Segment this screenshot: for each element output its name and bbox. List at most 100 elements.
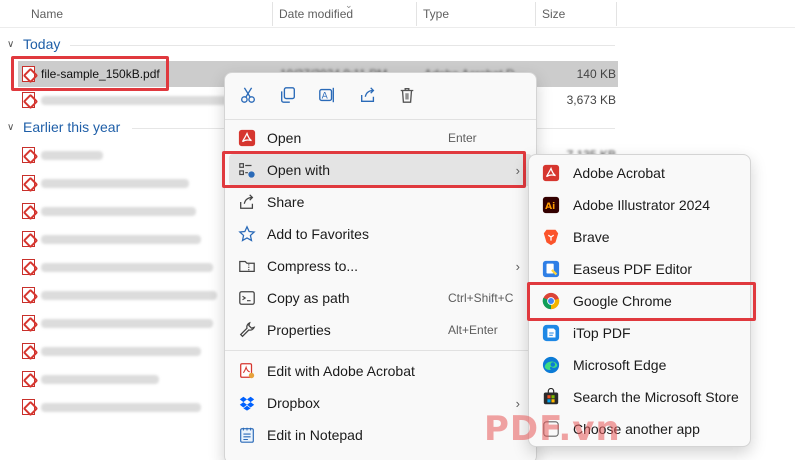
menu-item-label: Properties: [267, 322, 331, 338]
submenu-item-label: Search the Microsoft Store: [573, 389, 739, 405]
menu-item-add-favorites[interactable]: Add to Favorites: [229, 218, 532, 250]
blurred-file-name: [41, 262, 213, 272]
menu-item-label: Open with: [267, 162, 331, 178]
zip-folder-icon: [238, 257, 256, 275]
blurred-file-name: [41, 178, 189, 188]
blurred-file-name: [41, 290, 217, 300]
column-name[interactable]: Name: [31, 7, 63, 21]
rename-icon: A: [319, 87, 334, 103]
submenu-item-brave[interactable]: Brave: [533, 221, 746, 253]
pdf-file-icon: [22, 287, 35, 303]
submenu-item-label: iTop PDF: [573, 325, 631, 341]
menu-divider: [225, 350, 536, 351]
copy-path-icon: [238, 289, 256, 307]
column-size[interactable]: Size: [542, 7, 565, 21]
adobe-illustrator-icon: Ai: [542, 196, 560, 214]
blurred-file-name: [41, 150, 103, 160]
column-date-modified[interactable]: Date modified: [279, 7, 353, 21]
menu-item-label: Edit with Adobe Acrobat: [267, 363, 415, 379]
column-header: Name ⌄ Date modified Type Size: [0, 0, 795, 28]
menu-item-label: Copy as path: [267, 290, 350, 306]
submenu-item-google-chrome[interactable]: Google Chrome: [533, 285, 746, 317]
menu-item-copy-path[interactable]: Copy as path Ctrl+Shift+C: [229, 282, 532, 314]
pdf-file-icon: [22, 371, 35, 387]
column-separator[interactable]: [416, 2, 417, 26]
context-menu: A Open Enter Open with › Share Add to Fa…: [224, 72, 537, 460]
delete-button[interactable]: [396, 84, 418, 106]
star-icon: [238, 225, 256, 243]
submenu-item-label: Adobe Illustrator 2024: [573, 197, 710, 213]
open-with-submenu: Adobe Acrobat Ai Adobe Illustrator 2024 …: [528, 154, 751, 447]
group-today[interactable]: ∨ Today: [7, 36, 60, 52]
easeus-pdf-icon: [542, 260, 560, 278]
dropbox-icon: [238, 394, 256, 412]
menu-item-label: Add to Favorites: [267, 226, 369, 242]
submenu-item-label: Microsoft Edge: [573, 357, 667, 373]
menu-item-edit-acrobat[interactable]: Edit with Adobe Acrobat: [229, 355, 532, 387]
chevron-right-icon: ›: [515, 258, 520, 274]
wrench-icon: [238, 321, 256, 339]
submenu-item-adobe-acrobat[interactable]: Adobe Acrobat: [533, 157, 746, 189]
column-separator[interactable]: [616, 2, 617, 26]
group-label: Earlier this year: [23, 119, 121, 135]
pdf-file-icon: [22, 315, 35, 331]
menu-item-compress[interactable]: Compress to... ›: [229, 250, 532, 282]
submenu-item-microsoft-edge[interactable]: Microsoft Edge: [533, 349, 746, 381]
submenu-item-adobe-illustrator[interactable]: Ai Adobe Illustrator 2024: [533, 189, 746, 221]
group-earlier-this-year[interactable]: ∨ Earlier this year: [7, 119, 120, 135]
menu-item-share[interactable]: Share: [229, 186, 532, 218]
submenu-item-itop-pdf[interactable]: iTop PDF: [533, 317, 746, 349]
pdf-file-icon: [22, 231, 35, 247]
copy-button[interactable]: [277, 84, 299, 106]
column-separator[interactable]: [535, 2, 536, 26]
rename-button[interactable]: A: [316, 84, 338, 106]
menu-item-label: Open: [267, 130, 302, 146]
brave-icon: [542, 228, 560, 246]
share-icon: [361, 87, 375, 102]
menu-item-properties[interactable]: Properties Alt+Enter: [229, 314, 532, 346]
chevron-down-icon: ∨: [7, 121, 15, 133]
adobe-acrobat-icon: [542, 164, 560, 182]
shortcut-label: Alt+Enter: [448, 323, 498, 337]
chevron-down-icon: ∨: [7, 38, 15, 50]
column-type[interactable]: Type: [423, 7, 449, 21]
menu-item-label: Dropbox: [267, 395, 320, 411]
blurred-file-name: [41, 95, 231, 105]
submenu-item-label: Easeus PDF Editor: [573, 261, 693, 277]
blurred-file-name: [41, 374, 159, 384]
cut-button[interactable]: [237, 84, 259, 106]
chevron-right-icon: ›: [515, 162, 520, 178]
edit-pdf-icon: [238, 362, 256, 380]
pdf-file-icon: [22, 175, 35, 191]
pdf-file-icon: [22, 203, 35, 219]
share-button[interactable]: [357, 84, 379, 106]
blurred-file-name: [41, 206, 196, 216]
edge-icon: [542, 356, 560, 374]
svg-text:Ai: Ai: [545, 202, 555, 212]
menu-item-label: Edit in Notepad: [267, 427, 363, 443]
cut-icon: [241, 87, 255, 103]
submenu-item-label: Google Chrome: [573, 293, 672, 309]
file-size: 140 KB: [576, 67, 616, 81]
itop-pdf-icon: [542, 324, 560, 342]
file-name: file-sample_150kB.pdf: [41, 67, 160, 81]
share-icon: [238, 193, 256, 211]
menu-item-label: Share: [267, 194, 305, 210]
pdf-file-icon: [22, 343, 35, 359]
menu-item-open[interactable]: Open Enter: [229, 122, 532, 154]
menu-divider: [225, 119, 536, 120]
pdf-file-icon: [22, 92, 35, 108]
store-icon: [542, 388, 560, 406]
submenu-item-label: Adobe Acrobat: [573, 165, 665, 181]
submenu-item-easeus-pdf[interactable]: Easeus PDF Editor: [533, 253, 746, 285]
copy-icon: [281, 87, 295, 103]
chrome-icon: [542, 292, 560, 310]
menu-item-open-with[interactable]: Open with ›: [229, 154, 532, 186]
shortcut-label: Ctrl+Shift+C: [448, 291, 514, 305]
blurred-file-name: [41, 234, 201, 244]
svg-text:A: A: [322, 92, 329, 102]
submenu-item-label: Brave: [573, 229, 610, 245]
open-with-icon: [238, 161, 256, 179]
pdf-file-icon: [22, 66, 35, 82]
column-separator[interactable]: [272, 2, 273, 26]
